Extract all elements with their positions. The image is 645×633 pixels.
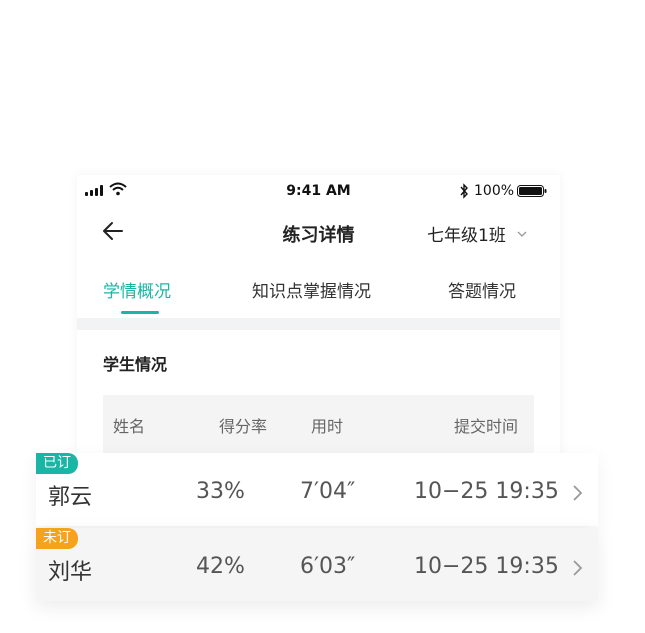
submit-time: 10−25 19:35 — [414, 554, 559, 579]
duration: 7′04″ — [300, 479, 356, 504]
chevron-down-icon — [517, 231, 527, 237]
student-name: 郭云 — [48, 485, 93, 510]
status-badge: 已订 — [36, 453, 78, 474]
header-score-rate: 得分率 — [219, 417, 268, 436]
status-bar: 9:41 AM 100% — [77, 175, 560, 207]
nav-bar: 练习详情 七年级1班 — [77, 209, 560, 255]
tab-answers[interactable]: 答题情况 — [448, 277, 516, 302]
battery-icon — [517, 185, 547, 197]
section-divider — [77, 318, 560, 330]
status-badge: 未订 — [36, 528, 78, 549]
chevron-right-icon — [573, 485, 583, 501]
tab-overview[interactable]: 学情概况 — [103, 277, 171, 302]
tab-active-indicator — [121, 311, 159, 314]
class-selector-label: 七年级1班 — [427, 226, 506, 246]
table-row[interactable]: 未订 刘华 42% 6′03″ 10−25 19:35 — [36, 528, 598, 601]
score-rate: 42% — [196, 554, 245, 579]
header-name: 姓名 — [113, 417, 146, 436]
header-duration: 用时 — [311, 417, 344, 436]
submit-time: 10−25 19:35 — [414, 479, 559, 504]
section-title: 学生情况 — [103, 355, 168, 374]
tab-knowledge-mastery[interactable]: 知识点掌握情况 — [252, 277, 371, 302]
table-row[interactable]: 已订 郭云 33% 7′04″ 10−25 19:35 — [36, 453, 598, 526]
duration: 6′03″ — [300, 554, 356, 579]
score-rate: 33% — [196, 479, 245, 504]
header-submit-time: 提交时间 — [454, 417, 519, 436]
table-header: 姓名 得分率 用时 提交时间 — [103, 395, 534, 453]
chevron-right-icon — [573, 560, 583, 576]
student-name: 刘华 — [48, 560, 93, 585]
battery-percent: 100% — [474, 183, 515, 199]
tab-bar: 学情概况 知识点掌握情况 答题情况 — [77, 271, 560, 317]
bluetooth-icon — [460, 183, 468, 199]
phone-screen: 9:41 AM 100% 练习详情 七年级1班 学情概况 知识点掌握情况 答题情… — [77, 175, 560, 475]
class-selector[interactable]: 七年级1班 — [427, 221, 527, 246]
